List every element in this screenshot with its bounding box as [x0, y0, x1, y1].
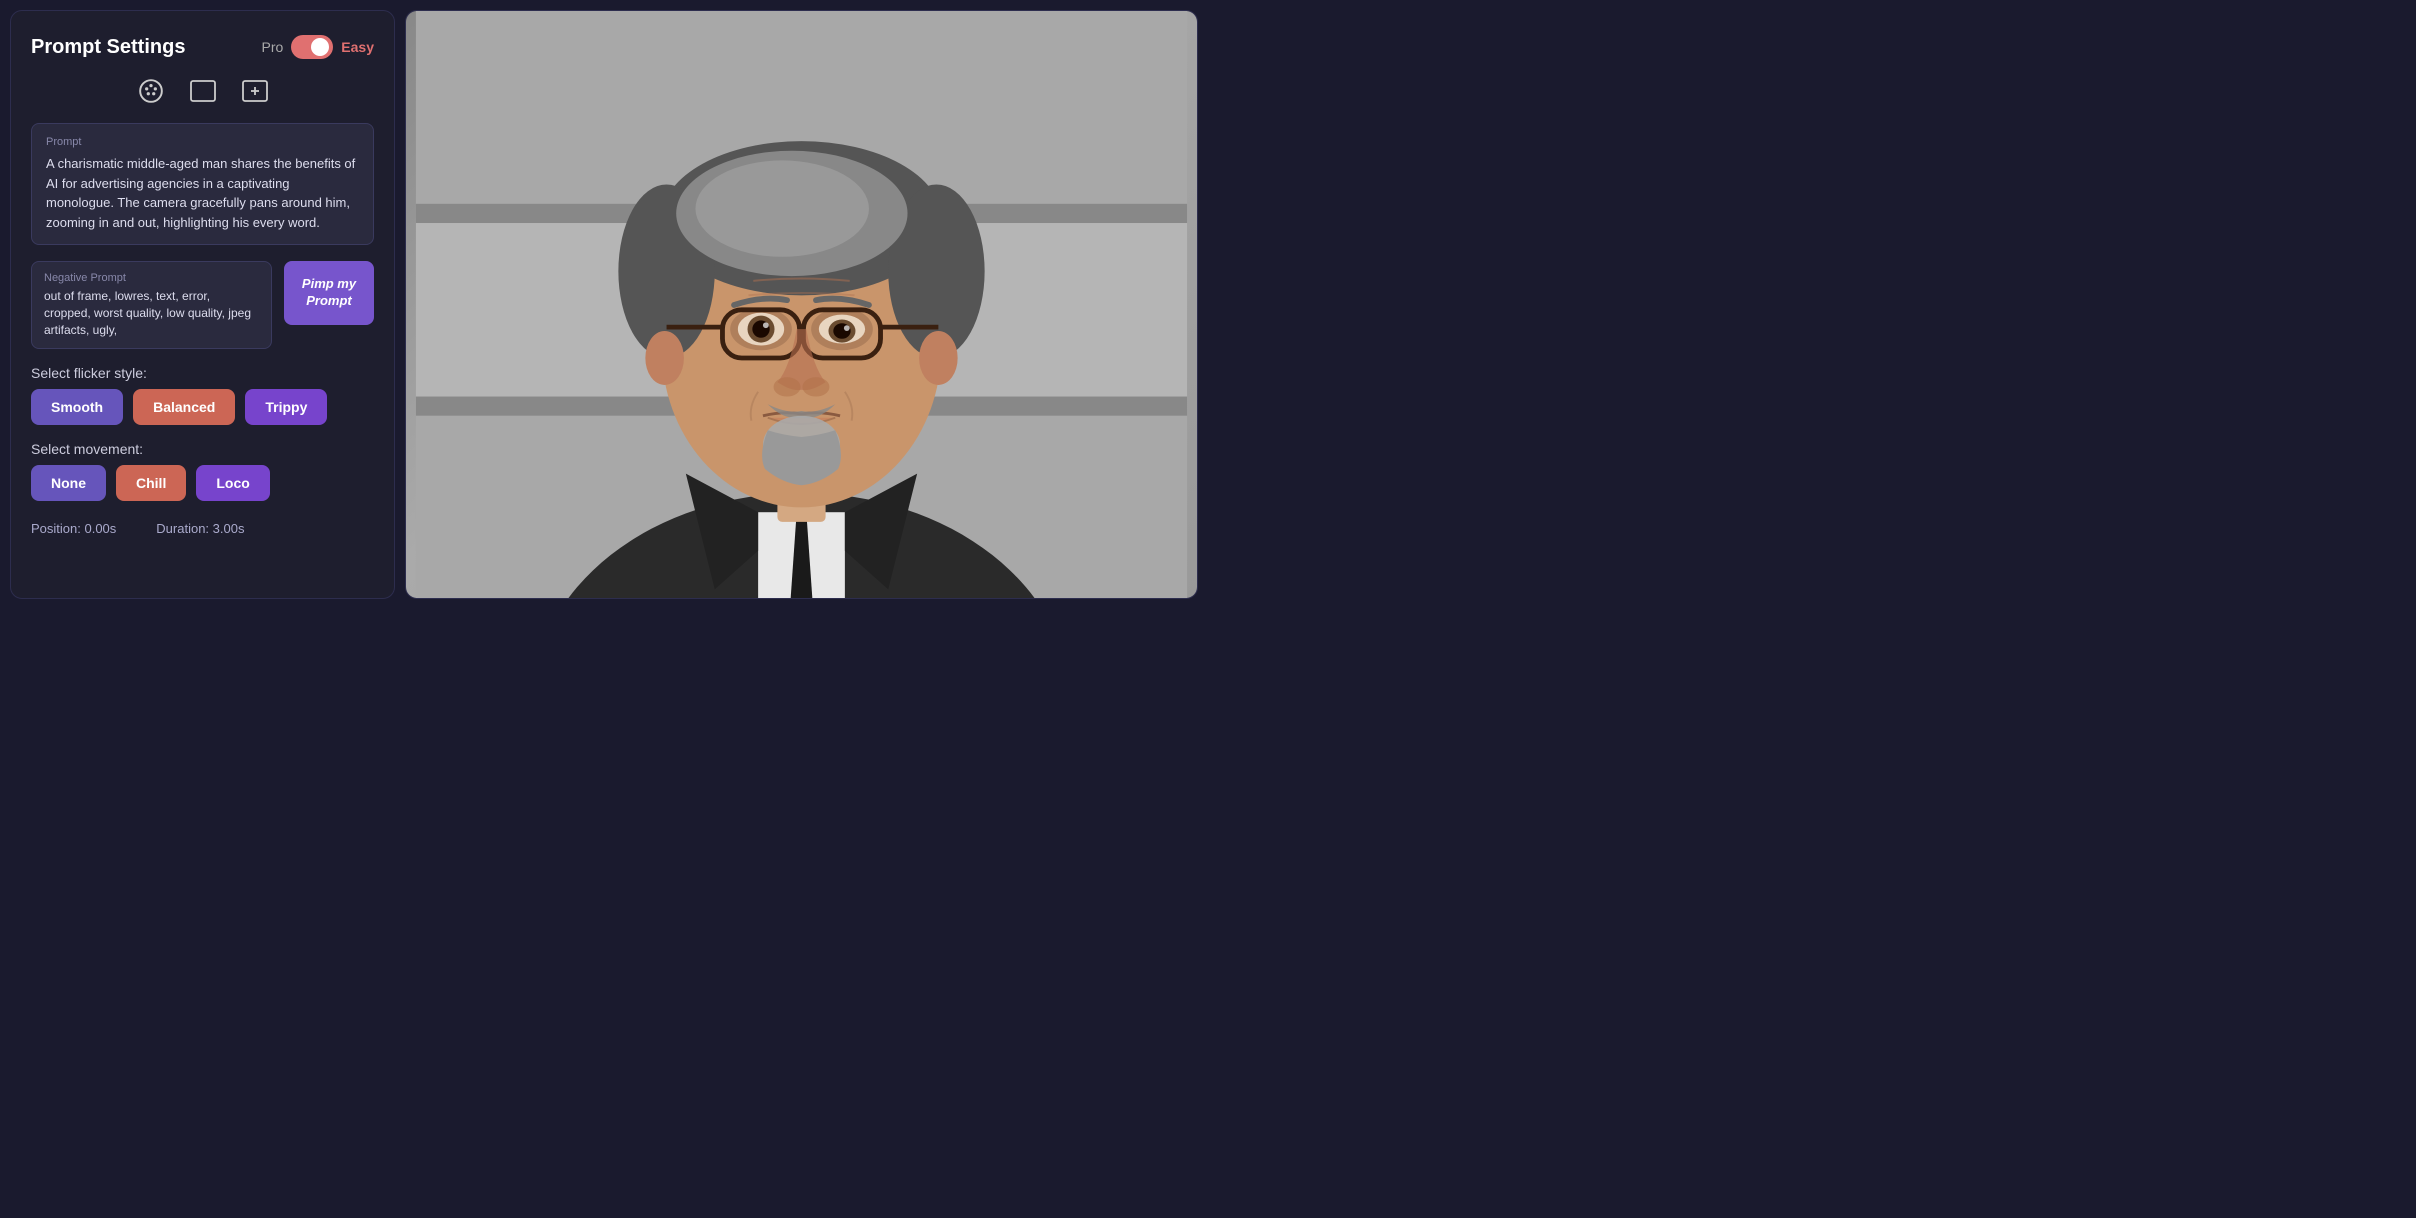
flicker-smooth-button[interactable]: Smooth — [31, 389, 123, 425]
add-image-icon[interactable] — [239, 75, 271, 107]
movement-section: Select movement: None Chill Loco — [31, 441, 374, 501]
flicker-style-buttons: Smooth Balanced Trippy — [31, 389, 374, 425]
footer-row: Position: 0.00s Duration: 3.00s — [31, 521, 374, 536]
left-panel: Prompt Settings Pro Easy — [10, 10, 395, 599]
mode-toggle: Pro Easy — [262, 35, 375, 59]
flicker-style-section: Select flicker style: Smooth Balanced Tr… — [31, 365, 374, 425]
right-panel — [405, 10, 1198, 599]
movement-buttons: None Chill Loco — [31, 465, 374, 501]
negative-prompt-box[interactable]: Negative Prompt out of frame, lowres, te… — [31, 261, 272, 349]
flicker-style-label: Select flicker style: — [31, 365, 374, 381]
movement-label: Select movement: — [31, 441, 374, 457]
portrait-image — [406, 11, 1197, 598]
prompt-box[interactable]: Prompt A charismatic middle-aged man sha… — [31, 123, 374, 245]
prompt-text: A charismatic middle-aged man shares the… — [46, 154, 359, 232]
flicker-balanced-button[interactable]: Balanced — [133, 389, 235, 425]
pimp-my-prompt-button[interactable]: Pimp myPrompt — [284, 261, 374, 325]
duration-display: Duration: 3.00s — [156, 521, 244, 536]
icon-toolbar — [31, 75, 374, 107]
panel-title: Prompt Settings — [31, 36, 185, 59]
movement-chill-button[interactable]: Chill — [116, 465, 186, 501]
header-row: Prompt Settings Pro Easy — [31, 35, 374, 59]
negative-prompt-row: Negative Prompt out of frame, lowres, te… — [31, 261, 374, 349]
frame-icon[interactable] — [187, 75, 219, 107]
prompt-label: Prompt — [46, 136, 359, 148]
flicker-trippy-button[interactable]: Trippy — [245, 389, 327, 425]
pro-easy-toggle[interactable] — [291, 35, 333, 59]
position-display: Position: 0.00s — [31, 521, 116, 536]
movement-loco-button[interactable]: Loco — [196, 465, 269, 501]
movement-none-button[interactable]: None — [31, 465, 106, 501]
pimp-button-label: Pimp myPrompt — [302, 276, 356, 310]
palette-icon[interactable] — [135, 75, 167, 107]
mode-easy-label: Easy — [341, 39, 374, 55]
mode-pro-label: Pro — [262, 39, 284, 55]
negative-prompt-text: out of frame, lowres, text, error, cropp… — [44, 288, 259, 338]
negative-prompt-label: Negative Prompt — [44, 272, 259, 284]
